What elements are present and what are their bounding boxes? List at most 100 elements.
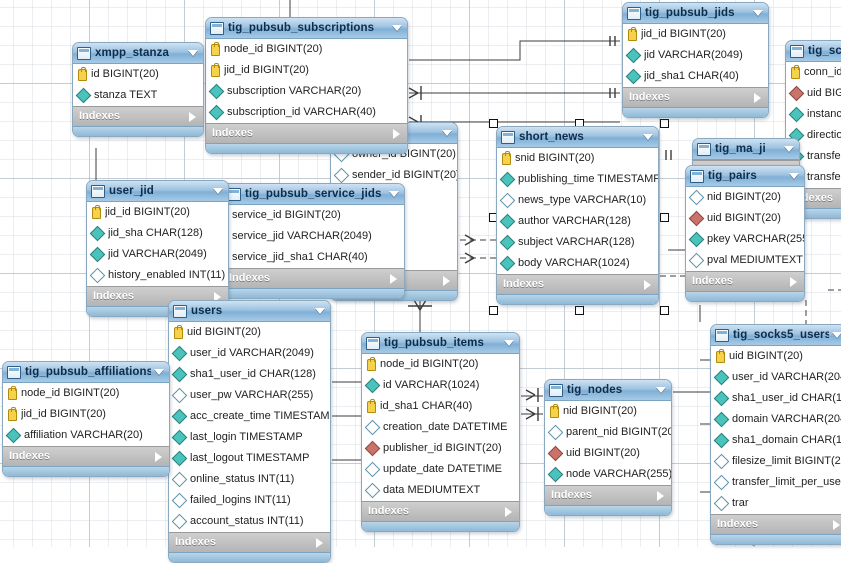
- table-header-tig_pubsub_subscriptions[interactable]: tig_pubsub_subscriptions: [206, 18, 407, 39]
- column-row[interactable]: jid_id BIGINT(20): [3, 404, 169, 425]
- column-row[interactable]: publisher_id BIGINT(20): [362, 438, 519, 459]
- indexes-section-tig_pubsub_subscriptions[interactable]: Indexes: [206, 123, 407, 143]
- chevron-right-icon[interactable]: [505, 506, 512, 517]
- column-row[interactable]: sha1_user_id CHAR(128: [711, 388, 841, 409]
- chevron-right-icon[interactable]: [833, 519, 840, 530]
- column-row[interactable]: pkey VARCHAR(255): [686, 229, 804, 250]
- column-row[interactable]: service_jid_sha1 CHAR(40): [223, 247, 404, 268]
- column-row[interactable]: user_pw VARCHAR(255): [169, 385, 330, 406]
- chevron-down-icon[interactable]: [784, 146, 794, 152]
- column-row[interactable]: uid BIGINT(20): [711, 346, 841, 367]
- column-row[interactable]: body VARCHAR(1024): [497, 253, 658, 274]
- table-header-tig_pubsub_jids[interactable]: tig_pubsub_jids: [623, 3, 768, 24]
- column-row[interactable]: account_status INT(11): [169, 511, 330, 532]
- column-row[interactable]: creation_date DATETIME: [362, 417, 519, 438]
- table-header-tig_pubsub_affiliations[interactable]: tig_pubsub_affiliations: [3, 362, 169, 383]
- column-row[interactable]: last_logout TIMESTAMP: [169, 448, 330, 469]
- chevron-down-icon[interactable]: [789, 173, 799, 179]
- column-row[interactable]: id BIGINT(20): [73, 64, 203, 85]
- column-row[interactable]: user_id VARCHAR(2049): [169, 343, 330, 364]
- column-row[interactable]: uid BIGINT(20): [686, 208, 804, 229]
- indexes-section-tig_pubsub_service_jids[interactable]: Indexes: [223, 268, 404, 288]
- column-row[interactable]: sha1_user_id CHAR(128): [169, 364, 330, 385]
- table-header-tig_socks5_connections[interactable]: tig_sc: [786, 41, 841, 62]
- chevron-down-icon[interactable]: [643, 134, 653, 140]
- column-row[interactable]: id_sha1 CHAR(40): [362, 396, 519, 417]
- column-row[interactable]: nid BIGINT(20): [545, 401, 671, 422]
- chevron-down-icon[interactable]: [213, 188, 223, 194]
- column-row[interactable]: conn_id B: [786, 62, 841, 83]
- column-row[interactable]: acc_create_time TIMESTAMP: [169, 406, 330, 427]
- table-header-tig_pubsub_items[interactable]: tig_pubsub_items: [362, 333, 519, 354]
- column-row[interactable]: domain VARCHAR(2049: [711, 409, 841, 430]
- table-header-xmpp_stanza[interactable]: xmpp_stanza: [73, 43, 203, 64]
- column-row[interactable]: node_id BIGINT(20): [362, 354, 519, 375]
- table-header-tig_nodes[interactable]: tig_nodes: [545, 380, 671, 401]
- chevron-right-icon[interactable]: [657, 490, 664, 501]
- column-row[interactable]: failed_logins INT(11): [169, 490, 330, 511]
- table-header-user_jid[interactable]: user_jid: [87, 181, 228, 202]
- table-figure-xmpp_stanza[interactable]: xmpp_stanza id BIGINT(20) stanza TEXT Index…: [72, 42, 204, 137]
- table-figure-short_news[interactable]: short_news snid BIGINT(20) publishing_time…: [496, 126, 659, 305]
- chevron-right-icon[interactable]: [189, 111, 196, 122]
- table-figure-tig_pubsub_items[interactable]: tig_pubsub_items node_id BIGINT(20) id VAR…: [361, 332, 520, 532]
- column-row[interactable]: author VARCHAR(128): [497, 211, 658, 232]
- column-row[interactable]: uid BIGINT(20): [169, 322, 330, 343]
- chevron-right-icon[interactable]: [155, 451, 162, 462]
- table-figure-user_jid[interactable]: user_jid jid_id BIGINT(20) jid_sha CHAR(12…: [86, 180, 229, 317]
- chevron-right-icon[interactable]: [316, 537, 323, 548]
- chevron-right-icon[interactable]: [393, 128, 400, 139]
- column-row[interactable]: last_login TIMESTAMP: [169, 427, 330, 448]
- column-row[interactable]: instance: [786, 104, 841, 125]
- column-row[interactable]: service_id BIGINT(20): [223, 205, 404, 226]
- chevron-down-icon[interactable]: [753, 10, 763, 16]
- column-row[interactable]: jid VARCHAR(2049): [87, 244, 228, 265]
- chevron-down-icon[interactable]: [504, 340, 514, 346]
- chevron-down-icon[interactable]: [389, 191, 399, 197]
- table-header-tig_pubsub_service_jids[interactable]: tig_pubsub_service_jids: [223, 184, 404, 205]
- table-figure-tig_pubsub_service_jids[interactable]: tig_pubsub_service_jids service_id BIGINT…: [222, 183, 405, 299]
- chevron-down-icon[interactable]: [832, 332, 841, 338]
- table-figure-tig_socks5_users[interactable]: tig_socks5_users uid BIGINT(20) user_id VA…: [710, 324, 841, 545]
- table-header-short_news[interactable]: short_news: [497, 127, 658, 148]
- column-row[interactable]: subscription VARCHAR(20): [206, 81, 407, 102]
- table-figure-tig_pubsub_subscriptions[interactable]: tig_pubsub_subscriptions node_id BIGINT(2…: [205, 17, 408, 154]
- chevron-right-icon[interactable]: [644, 279, 651, 290]
- column-row[interactable]: history_enabled INT(11): [87, 265, 228, 286]
- column-row[interactable]: service_jid VARCHAR(2049): [223, 226, 404, 247]
- column-row[interactable]: user_id VARCHAR(2049: [711, 367, 841, 388]
- chevron-down-icon[interactable]: [656, 387, 666, 393]
- indexes-section-tig_users[interactable]: Indexes: [169, 532, 330, 552]
- column-row[interactable]: online_status INT(11): [169, 469, 330, 490]
- chevron-down-icon[interactable]: [188, 50, 198, 56]
- column-row[interactable]: update_date DATETIME: [362, 459, 519, 480]
- chevron-right-icon[interactable]: [390, 273, 397, 284]
- chevron-down-icon[interactable]: [154, 369, 164, 375]
- column-row[interactable]: publishing_time TIMESTAMP: [497, 169, 658, 190]
- column-row[interactable]: news_type VARCHAR(10): [497, 190, 658, 211]
- column-row[interactable]: jid_id BIGINT(20): [623, 24, 768, 45]
- column-row[interactable]: snid BIGINT(20): [497, 148, 658, 169]
- column-row[interactable]: uid BIGIN: [786, 83, 841, 104]
- table-figure-tig_pubsub_jids[interactable]: tig_pubsub_jids jid_id BIGINT(20) jid VARC…: [622, 2, 769, 118]
- column-row[interactable]: nid BIGINT(20): [686, 187, 804, 208]
- chevron-down-icon[interactable]: [442, 130, 452, 136]
- column-row[interactable]: jid_id BIGINT(20): [206, 60, 407, 81]
- table-figure-tig_pairs[interactable]: tig_pairs nid BIGINT(20) uid BIGINT(20) pke…: [685, 165, 805, 302]
- chevron-right-icon[interactable]: [754, 92, 761, 103]
- indexes-section-tig_pubsub_affiliations[interactable]: Indexes: [3, 446, 169, 466]
- column-row[interactable]: subject VARCHAR(128): [497, 232, 658, 253]
- table-figure-tig_users[interactable]: users uid BIGINT(20) user_id VARCHAR(2049)…: [168, 300, 331, 563]
- table-figure-tig_nodes[interactable]: tig_nodes nid BIGINT(20) parent_nid BIGINT…: [544, 379, 672, 516]
- indexes-section-xmpp_stanza[interactable]: Indexes: [73, 106, 203, 126]
- column-row[interactable]: parent_nid BIGINT(20): [545, 422, 671, 443]
- column-row[interactable]: uid BIGINT(20): [545, 443, 671, 464]
- table-header-tig_socks5_users[interactable]: tig_socks5_users: [711, 325, 841, 346]
- table-header-tig_users[interactable]: users: [169, 301, 330, 322]
- indexes-section-tig_pubsub_items[interactable]: Indexes: [362, 501, 519, 521]
- column-row[interactable]: stanza TEXT: [73, 85, 203, 106]
- column-row[interactable]: data MEDIUMTEXT: [362, 480, 519, 501]
- column-row[interactable]: id VARCHAR(1024): [362, 375, 519, 396]
- column-row[interactable]: transfer_limit_per_user: [711, 472, 841, 493]
- chevron-right-icon[interactable]: [790, 276, 797, 287]
